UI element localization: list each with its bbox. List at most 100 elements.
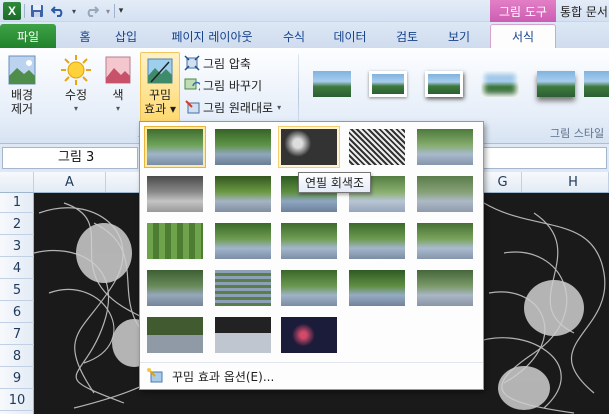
tab-page-layout[interactable]: 페이지 레이아웃 xyxy=(156,24,268,48)
tab-review[interactable]: 검토 xyxy=(388,24,426,48)
effect-glass[interactable] xyxy=(414,220,476,262)
change-picture-icon xyxy=(184,78,200,91)
excel-logo-icon[interactable]: X xyxy=(3,2,21,20)
effect-watercolor-sponge[interactable] xyxy=(212,220,274,262)
remove-background-label-1: 배경 xyxy=(10,88,34,102)
corrections-button[interactable]: 수정 ▾ xyxy=(56,54,96,124)
reset-picture-icon xyxy=(185,100,200,114)
picture-style-5[interactable] xyxy=(532,62,580,106)
style-preview xyxy=(481,71,519,97)
name-box[interactable]: 그림 3 xyxy=(2,147,138,169)
artistic-effects-label-2: 효과 ▾ xyxy=(144,102,176,116)
artistic-effects-options-item[interactable]: 꾸밈 효과 옵션(E)... xyxy=(140,362,483,389)
tab-format[interactable]: 서식 xyxy=(490,24,556,48)
effect-preview xyxy=(417,129,473,165)
effect-chalk-sketch[interactable] xyxy=(144,173,206,215)
column-header-a[interactable]: A xyxy=(34,172,106,192)
row-header-6[interactable]: 6 xyxy=(0,303,34,323)
qat-separator xyxy=(24,4,25,18)
picture-style-1[interactable] xyxy=(308,62,356,106)
tab-home[interactable]: 홈 xyxy=(68,24,102,48)
effect-pencil-grayscale[interactable] xyxy=(278,126,340,168)
effect-line-drawing[interactable] xyxy=(414,126,476,168)
style-preview xyxy=(313,71,351,97)
remove-background-button[interactable]: 배경 제거 xyxy=(2,54,42,124)
tab-formulas[interactable]: 수식 xyxy=(276,24,312,48)
style-preview xyxy=(584,71,609,97)
effect-preview xyxy=(215,317,271,353)
effect-preview xyxy=(281,129,337,165)
effect-preview xyxy=(417,223,473,259)
color-label: 색 xyxy=(112,88,124,102)
compress-icon xyxy=(184,55,200,71)
redo-icon[interactable] xyxy=(82,2,102,20)
effect-cutout[interactable] xyxy=(144,314,206,356)
artistic-effects-button[interactable]: 꾸밈 효과 ▾ xyxy=(140,52,180,126)
change-picture-button[interactable]: 그림 바꾸기 xyxy=(184,75,262,95)
effect-film-grain[interactable] xyxy=(278,220,340,262)
row-headers: 1 2 3 4 5 6 7 8 9 10 xyxy=(0,193,34,414)
color-button[interactable]: 색 ▾ xyxy=(100,54,136,124)
effect-pastels-smooth[interactable] xyxy=(346,267,408,309)
row-header-9[interactable]: 9 xyxy=(0,369,34,389)
tab-data[interactable]: 데이터 xyxy=(326,24,374,48)
picture-style-4[interactable] xyxy=(476,62,524,106)
effect-light-screen[interactable] xyxy=(144,220,206,262)
corrections-label: 수정 xyxy=(64,88,88,102)
tab-insert[interactable]: 삽입 xyxy=(106,24,146,48)
reset-dropdown-icon: ▾ xyxy=(277,102,282,112)
window-title: 통합 문서 xyxy=(560,5,608,19)
qat-separator xyxy=(114,4,115,18)
undo-icon[interactable] xyxy=(48,2,68,20)
tab-file[interactable]: 파일 xyxy=(0,24,56,48)
effect-marker[interactable] xyxy=(212,126,274,168)
compress-pictures-button[interactable]: 그림 압축 xyxy=(184,53,251,73)
customize-qat-icon[interactable]: ▾ xyxy=(116,2,126,20)
column-header-b[interactable] xyxy=(106,172,140,192)
formula-input[interactable] xyxy=(480,147,607,169)
effect-glow-edges[interactable] xyxy=(278,314,340,356)
effect-crisscross-etching[interactable] xyxy=(278,267,340,309)
corrections-dropdown-icon: ▾ xyxy=(73,104,78,113)
picture-style-3[interactable] xyxy=(420,62,468,106)
picture-color-icon xyxy=(105,56,131,84)
effect-mosaic-bubbles[interactable] xyxy=(346,220,408,262)
effect-texturizer[interactable] xyxy=(212,267,274,309)
effect-photocopy[interactable] xyxy=(212,314,274,356)
reset-picture-label: 그림 원래대로 xyxy=(203,100,274,115)
row-header-8[interactable]: 8 xyxy=(0,347,34,367)
effect-preview xyxy=(281,317,337,353)
remove-background-icon xyxy=(8,55,36,85)
tab-view[interactable]: 보기 xyxy=(440,24,478,48)
row-header-4[interactable]: 4 xyxy=(0,259,34,279)
effect-plastic-wrap[interactable] xyxy=(414,267,476,309)
row-header-1[interactable]: 1 xyxy=(0,193,34,213)
picture-style-6[interactable] xyxy=(584,62,609,106)
artistic-effects-icon xyxy=(147,58,173,84)
effect-preview xyxy=(147,270,203,306)
row-header-7[interactable]: 7 xyxy=(0,325,34,345)
undo-dropdown-icon[interactable]: ▾ xyxy=(70,2,78,20)
column-header-g[interactable]: G xyxy=(484,172,522,192)
effect-cement[interactable] xyxy=(144,267,206,309)
row-header-5[interactable]: 5 xyxy=(0,281,34,301)
row-header-3[interactable]: 3 xyxy=(0,237,34,257)
compress-pictures-label: 그림 압축 xyxy=(203,56,251,71)
effect-paint-strokes[interactable] xyxy=(212,173,274,215)
redo-dropdown-icon[interactable]: ▾ xyxy=(104,2,112,20)
picture-styles-group-label: 그림 스타일 xyxy=(550,127,605,140)
title-bar: X ▾ ▾ ▾ 그림 도구 통합 문서 xyxy=(0,0,609,22)
column-header-h[interactable]: H xyxy=(538,172,609,192)
effect-blur[interactable] xyxy=(414,173,476,215)
row-header-10[interactable]: 10 xyxy=(0,391,34,411)
effect-none[interactable] xyxy=(144,126,206,168)
effect-pencil-sketch[interactable] xyxy=(346,126,408,168)
picture-style-2[interactable] xyxy=(364,62,412,106)
artistic-effects-gallery: 꾸밈 효과 옵션(E)... xyxy=(139,121,484,390)
reset-picture-button[interactable]: 그림 원래대로 ▾ xyxy=(184,97,281,117)
select-all-corner[interactable] xyxy=(0,172,34,192)
row-header-2[interactable]: 2 xyxy=(0,215,34,235)
effect-preview xyxy=(147,223,203,259)
effect-preview xyxy=(417,270,473,306)
save-icon[interactable] xyxy=(28,2,46,20)
